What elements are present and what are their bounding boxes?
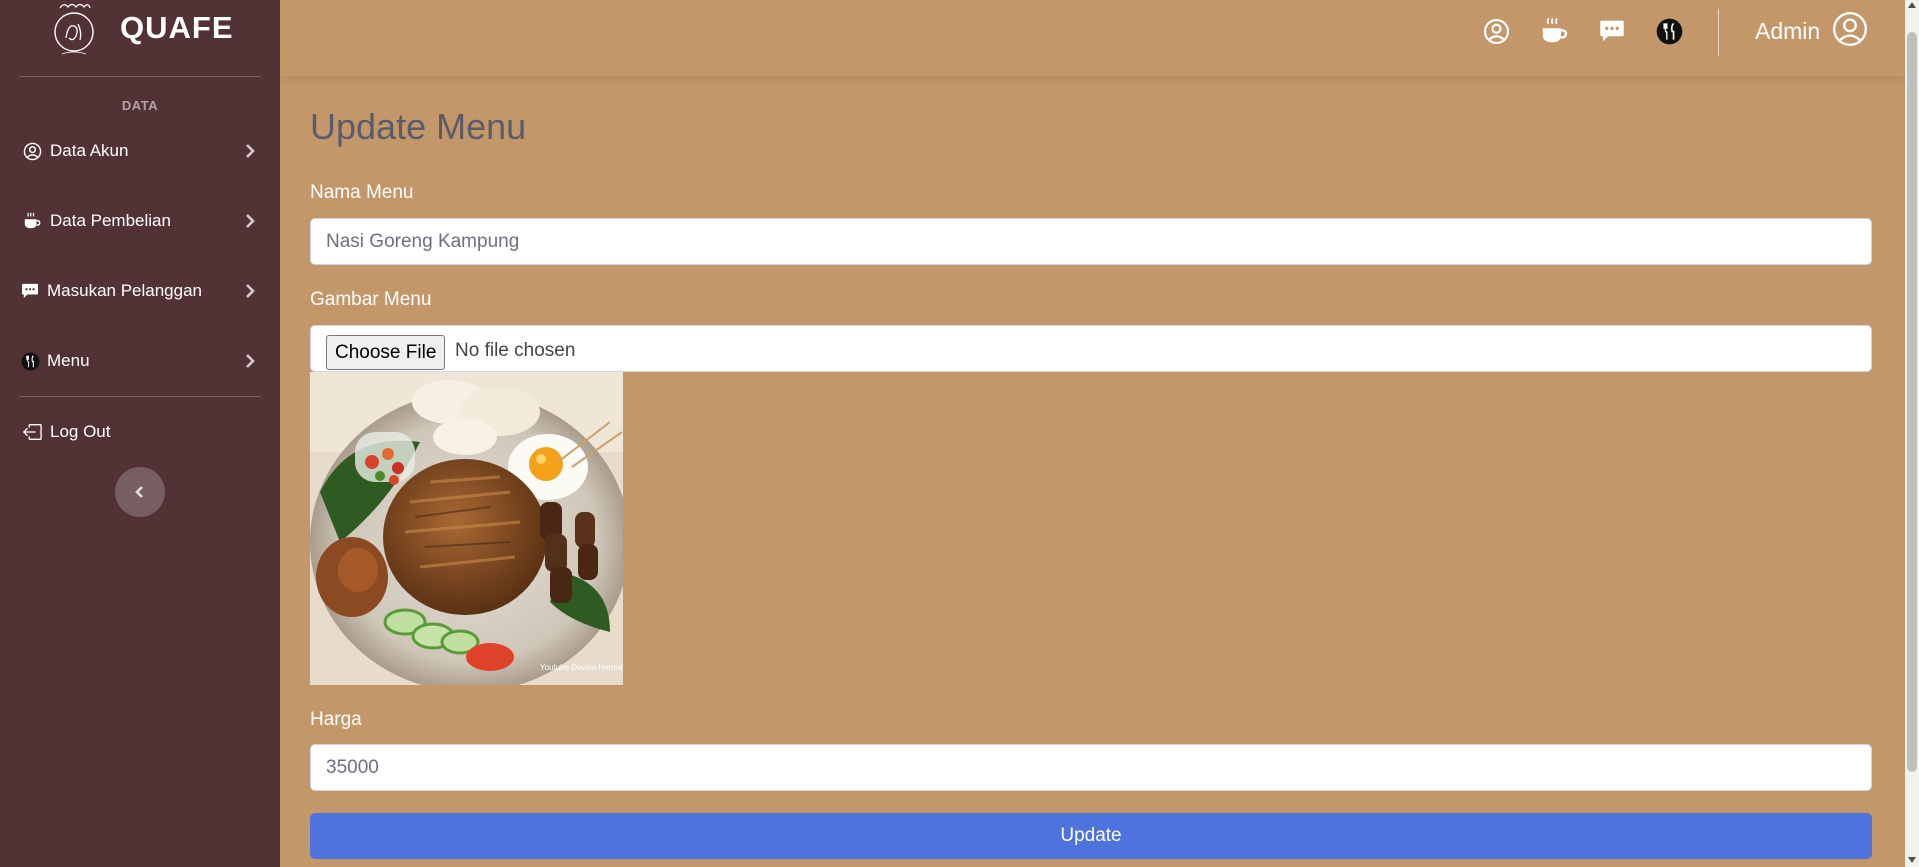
logout-label: Log Out <box>50 422 111 441</box>
topbar: Admin <box>280 0 1905 76</box>
chat-icon <box>20 281 40 301</box>
scroll-down-icon[interactable] <box>1908 857 1916 863</box>
sidebar-item-menu[interactable]: Menu <box>0 339 280 383</box>
gambar-menu-file-input[interactable]: Choose File No file chosen <box>310 325 1872 372</box>
chevron-right-icon <box>246 284 255 298</box>
utensils-icon <box>20 351 40 371</box>
sidebar-heading: DATA <box>121 98 159 113</box>
sidebar-item-data-akun[interactable]: Data Akun <box>0 129 280 173</box>
brand-name: QUAFE <box>120 10 234 45</box>
chevron-right-icon <box>246 214 255 228</box>
sidebar-item-label: Data Akun <box>50 141 129 160</box>
sidebar-toggle-button[interactable] <box>115 467 165 517</box>
file-status: No file chosen <box>455 340 576 361</box>
chevron-left-icon <box>135 486 143 498</box>
brand[interactable]: QUAFE <box>0 0 280 76</box>
quafe-logo <box>54 3 94 55</box>
chat-icon[interactable] <box>1597 16 1627 46</box>
harga-label: Harga <box>310 709 362 730</box>
logout-icon <box>22 422 42 442</box>
sidebar-item-masukan-pelanggan[interactable]: Masukan Pelanggan <box>0 269 280 313</box>
sidebar-item-data-pembelian[interactable]: Data Pembelian <box>0 199 280 243</box>
menu-preview-image: Youtube Devina Hermawan <box>310 372 623 685</box>
coffee-cup-icon[interactable] <box>1539 16 1569 46</box>
sidebar-divider <box>19 396 261 397</box>
user-name[interactable]: Admin <box>1755 18 1820 45</box>
user-avatar-icon[interactable] <box>1832 11 1868 47</box>
scrollbar[interactable] <box>1905 0 1919 867</box>
sidebar-item-label: Menu <box>47 351 90 370</box>
user-circle-icon <box>22 141 42 161</box>
chevron-right-icon <box>246 144 255 158</box>
sidebar-divider <box>19 76 261 77</box>
scroll-up-icon[interactable] <box>1908 2 1916 8</box>
page-title: Update Menu <box>310 106 527 147</box>
topbar-divider <box>1718 9 1719 56</box>
coffee-cup-icon <box>22 211 42 231</box>
chevron-right-icon <box>246 354 255 368</box>
gambar-menu-label: Gambar Menu <box>310 289 432 310</box>
utensils-icon[interactable] <box>1654 16 1684 46</box>
choose-file-button[interactable]: Choose File <box>326 335 446 370</box>
nama-menu-input[interactable] <box>310 218 1872 265</box>
sidebar-item-logout[interactable]: Log Out <box>0 410 280 454</box>
scrollbar-thumb[interactable] <box>1907 32 1917 772</box>
sidebar: QUAFE DATA Data Akun Data Pembelian Masu… <box>0 0 280 867</box>
sidebar-item-label: Masukan Pelanggan <box>47 281 203 300</box>
image-credit: Youtube Devina Hermawan <box>540 663 623 672</box>
user-circle-icon[interactable] <box>1481 16 1511 46</box>
harga-input[interactable] <box>310 744 1872 791</box>
nama-menu-label: Nama Menu <box>310 182 414 203</box>
update-button[interactable]: Update <box>310 813 1872 859</box>
sidebar-item-label: Data Pembelian <box>50 211 171 230</box>
